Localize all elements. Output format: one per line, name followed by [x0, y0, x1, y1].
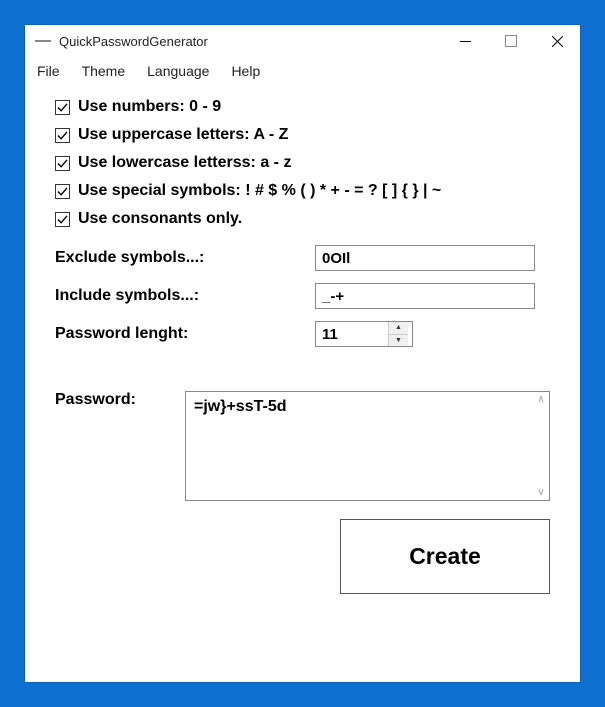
include-input[interactable]	[315, 283, 535, 309]
close-icon	[552, 36, 563, 47]
checkbox-uppercase[interactable]	[55, 128, 70, 143]
password-label: Password:	[55, 391, 185, 409]
menu-file[interactable]: File	[37, 63, 60, 79]
option-lowercase-row: Use lowercase letterss: a - z	[55, 154, 550, 172]
scroll-down-icon: ∨	[535, 487, 547, 498]
app-window: QuickPasswordGenerator File Theme Langua…	[25, 25, 580, 682]
spinner-up-button[interactable]: ▲	[389, 322, 408, 335]
label-lowercase: Use lowercase letterss: a - z	[78, 154, 291, 172]
menu-help[interactable]: Help	[231, 63, 260, 79]
window-controls	[442, 25, 580, 57]
option-uppercase-row: Use uppercase letters: A - Z	[55, 126, 550, 144]
maximize-button[interactable]	[488, 25, 534, 57]
minimize-button[interactable]	[442, 25, 488, 57]
check-icon	[57, 102, 68, 113]
length-row: Password lenght: ▲ ▼	[55, 321, 550, 347]
length-label: Password lenght:	[55, 325, 315, 343]
check-icon	[57, 214, 68, 225]
length-spinner: ▲ ▼	[315, 321, 413, 347]
include-label: Include symbols...:	[55, 287, 315, 305]
label-consonants: Use consonants only.	[78, 210, 242, 228]
option-consonants-row: Use consonants only.	[55, 210, 550, 228]
password-value: =jw}+ssT-5d	[194, 398, 287, 415]
checkbox-lowercase[interactable]	[55, 156, 70, 171]
check-icon	[57, 186, 68, 197]
label-special: Use special symbols: ! # $ % ( ) * + - =…	[78, 182, 441, 200]
scroll-up-icon: ∧	[535, 394, 547, 405]
password-row: Password: =jw}+ssT-5d ∧ ∨	[55, 391, 550, 501]
window-title: QuickPasswordGenerator	[59, 34, 442, 49]
menubar: File Theme Language Help	[25, 57, 580, 85]
password-output[interactable]: =jw}+ssT-5d ∧ ∨	[185, 391, 550, 501]
titlebar: QuickPasswordGenerator	[25, 25, 580, 57]
create-label: Create	[409, 543, 481, 570]
checkbox-consonants[interactable]	[55, 212, 70, 227]
option-numbers-row: Use numbers: 0 - 9	[55, 98, 550, 116]
label-uppercase: Use uppercase letters: A - Z	[78, 126, 288, 144]
checkbox-special[interactable]	[55, 184, 70, 199]
check-icon	[57, 130, 68, 141]
length-input[interactable]	[316, 322, 388, 346]
content-area: Use numbers: 0 - 9 Use uppercase letters…	[25, 85, 580, 614]
label-numbers: Use numbers: 0 - 9	[78, 98, 221, 116]
exclude-input[interactable]	[315, 245, 535, 271]
check-icon	[57, 158, 68, 169]
exclude-label: Exclude symbols...:	[55, 249, 315, 267]
create-button[interactable]: Create	[340, 519, 550, 594]
menu-language[interactable]: Language	[147, 63, 209, 79]
include-row: Include symbols...:	[55, 283, 550, 309]
checkbox-numbers[interactable]	[55, 100, 70, 115]
menu-theme[interactable]: Theme	[82, 63, 126, 79]
spinner-buttons: ▲ ▼	[388, 322, 408, 346]
option-special-row: Use special symbols: ! # $ % ( ) * + - =…	[55, 182, 550, 200]
app-icon	[35, 40, 51, 42]
close-button[interactable]	[534, 25, 580, 57]
exclude-row: Exclude symbols...:	[55, 245, 550, 271]
spinner-down-button[interactable]: ▼	[389, 335, 408, 347]
